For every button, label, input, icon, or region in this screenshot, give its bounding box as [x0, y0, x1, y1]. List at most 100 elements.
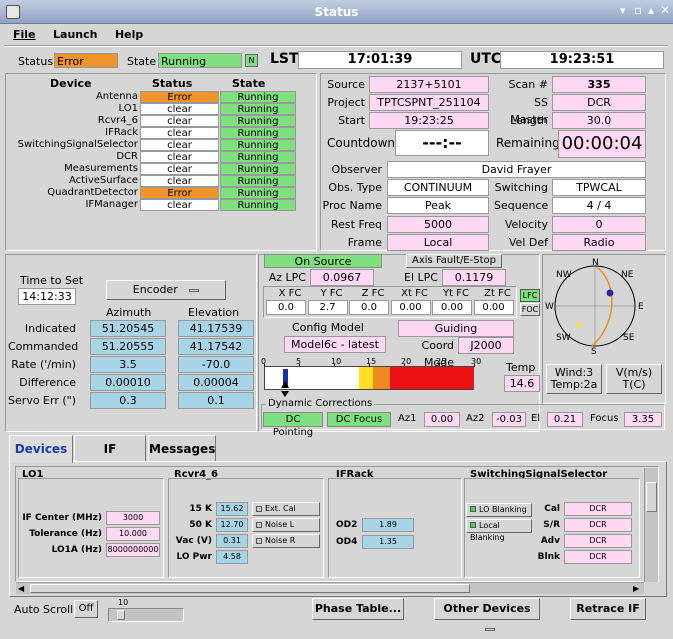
compass-nw: NW	[556, 270, 572, 280]
device-row: LO1 clear Running	[12, 103, 312, 115]
horizontal-scrollbar[interactable]: ◀ ▶	[16, 582, 644, 594]
foc-toggle[interactable]: FOC	[520, 303, 540, 316]
vertical-scroll-thumb[interactable]	[646, 482, 657, 512]
maximize-icon[interactable]: ▴	[648, 3, 654, 17]
state-value: Running	[158, 53, 242, 68]
device-state: Running	[220, 151, 296, 163]
elevation-value: 41.17542	[178, 338, 254, 355]
rcvr-row-label: 15 K	[189, 504, 212, 514]
local-blanking-toggle[interactable]: Local Blanking	[466, 519, 532, 542]
azlpc-label: Az LPC	[268, 271, 306, 284]
menu-launch[interactable]: Launch	[53, 28, 97, 41]
sss-row-value: DCR	[564, 502, 632, 516]
project-label: Project	[327, 96, 365, 109]
device-name: QuadrantDetector	[47, 187, 138, 198]
device-status: clear	[140, 127, 219, 139]
tab-messages[interactable]: Messages	[148, 435, 216, 461]
rcvr-option-toggle[interactable]: Noise L	[252, 518, 320, 532]
remaining-value: 00:00:04	[558, 130, 646, 158]
time-to-set-label: Time to Set	[20, 274, 84, 287]
window-menu-icon[interactable]: ▾	[620, 4, 626, 17]
autoscroll-label: Auto Scroll	[14, 603, 74, 616]
ifrack-row-value: 1.35	[362, 535, 414, 549]
slider-handle[interactable]	[117, 610, 125, 620]
device-status: clear	[140, 199, 219, 211]
sss-row-label: S/R	[543, 520, 560, 530]
horizontal-scroll-thumb[interactable]	[30, 584, 470, 593]
az1-label: Az1	[398, 413, 417, 424]
fc-label: X FC	[278, 288, 302, 299]
azlpc-value: 0.0967	[310, 269, 374, 286]
slider-value: 10	[118, 598, 129, 607]
autoscroll-toggle[interactable]: Off	[74, 600, 98, 618]
menu-file[interactable]: File	[13, 28, 36, 41]
dc-pointing-indicator: DC Pointing	[263, 412, 323, 438]
rcvr-option-toggle[interactable]: Ext. Cal	[252, 502, 320, 516]
other-devices-dropdown[interactable]: Other Devices	[434, 598, 540, 631]
tab-devices[interactable]: Devices	[9, 435, 73, 463]
azimuth-value: 3.5	[90, 356, 166, 373]
wind-tick-label: 15	[366, 357, 377, 366]
wind-tick-label: 25	[436, 357, 447, 366]
frame-value: Local	[387, 234, 489, 251]
scroll-speed-slider[interactable]	[108, 608, 184, 622]
lo1-row-label: LO1A (Hz)	[51, 545, 102, 555]
compass-ne: NE	[621, 270, 634, 280]
lo-blanking-toggle[interactable]: LO Blanking	[466, 503, 532, 517]
fc-value: 0.0	[349, 300, 389, 315]
compass-s: S	[591, 347, 597, 357]
frame-label: Frame	[347, 236, 382, 249]
tab-if-manager[interactable]: IF Manager	[74, 435, 146, 482]
device-name: Measurements	[64, 163, 138, 174]
pointing-row-label: Servo Err (")	[8, 394, 76, 407]
device-name: LO1	[118, 103, 138, 114]
velocity-temp-line-2: T(C)	[622, 378, 646, 391]
compass-sw: SW	[556, 333, 571, 343]
az2-value: -0.03	[492, 412, 526, 427]
focus-label: Focus	[590, 413, 619, 424]
fc-value: 0.00	[432, 300, 472, 315]
elevation-header: Elevation	[188, 306, 240, 319]
el-label: El	[531, 413, 541, 424]
time-to-set-value: 14:12:33	[18, 288, 76, 305]
remaining-label: Remaining	[496, 136, 560, 150]
retrace-if-button[interactable]: Retrace IF	[570, 598, 646, 620]
sss-row-value: DCR	[564, 518, 632, 532]
temp-value: 14.6	[504, 375, 540, 392]
azimuth-header: Azimuth	[106, 306, 152, 319]
utc-label: UTC	[470, 51, 502, 67]
wind-tick-label: 10	[331, 357, 342, 366]
countdown-label: Countdown	[327, 136, 396, 150]
sky-compass: N NE E SE S SW W NW	[545, 258, 644, 357]
el-value: 0.21	[547, 412, 583, 427]
device-row: Antenna Error Running	[12, 91, 312, 103]
ifrack-row-label: OD4	[336, 537, 358, 547]
length-label: Length	[510, 114, 548, 127]
menu-divider	[4, 45, 668, 47]
device-name: IFRack	[105, 127, 138, 138]
vertical-scrollbar[interactable]	[644, 468, 658, 582]
pointing-row-label: Commanded	[8, 340, 79, 353]
close-icon[interactable]: ✕	[660, 3, 670, 17]
rcvr-option-toggle[interactable]: Noise R	[252, 534, 320, 548]
minimize-icon[interactable]: ▫	[634, 3, 642, 17]
sss-row-label: Cal	[544, 504, 560, 514]
encoder-dropdown[interactable]: Encoder	[106, 280, 226, 300]
length-value: 30.0	[552, 112, 646, 129]
start-value: 19:23:25	[369, 112, 489, 129]
elevation-value: 0.1	[178, 392, 254, 409]
project-value: TPTCSPNT_251104	[369, 94, 489, 111]
velocity-temp-button[interactable]: V(m/s) T(C)	[606, 364, 662, 394]
scroll-left-icon[interactable]: ◀	[18, 584, 24, 593]
rcvr-row-value: 0.31	[216, 534, 248, 548]
device-status: clear	[140, 175, 219, 187]
lfc-toggle[interactable]: LFC	[520, 289, 540, 302]
device-row: IFRack clear Running	[12, 127, 312, 139]
device-state: Running	[220, 163, 296, 175]
menu-help[interactable]: Help	[115, 28, 143, 41]
phase-table-button[interactable]: Phase Table...	[312, 598, 404, 620]
status-value: Error	[54, 53, 118, 68]
scroll-right-icon[interactable]: ▶	[633, 584, 639, 593]
device-state: Running	[220, 175, 296, 187]
wind-temp-button[interactable]: Wind:3 Temp:2a	[546, 364, 602, 394]
